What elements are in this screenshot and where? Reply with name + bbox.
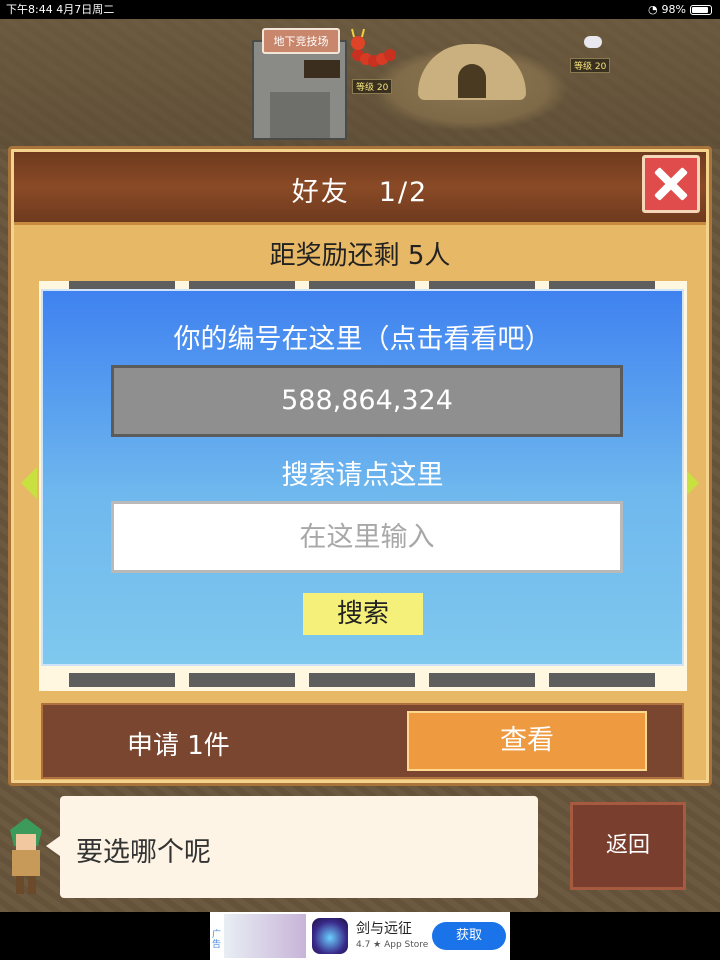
ad-content[interactable]: 广告 剑与远征 4.7 ★ App Store 获取 xyxy=(210,912,510,960)
search-label: 搜索请点这里 xyxy=(281,460,444,491)
player-id-display[interactable]: 588,864,324 xyxy=(111,365,623,437)
monster-bunny-icon xyxy=(584,36,602,48)
ad-get-button[interactable]: 获取 xyxy=(432,922,506,950)
close-button[interactable] xyxy=(642,155,700,213)
battery-percent: 98% xyxy=(661,3,686,16)
search-dialog: 你的编号在这里（点击看看吧） 588,864,324 搜索请点这里 搜索 xyxy=(41,289,684,666)
monster-worm-icon xyxy=(351,28,396,67)
ad-banner: 广告 剑与远征 4.7 ★ App Store 获取 xyxy=(0,912,720,960)
panel-title-bar: 好友 1/2 xyxy=(14,152,706,225)
status-bar: 下午8:44 4月7日周二 ◔ 98% xyxy=(0,0,720,19)
friend-slot[interactable] xyxy=(69,673,175,687)
status-right: ◔ 98% xyxy=(648,0,712,19)
request-count-text: 申请 1件 xyxy=(127,731,230,761)
wifi-icon: ◔ xyxy=(647,3,658,16)
app-icon[interactable] xyxy=(312,918,348,954)
page-left-arrow-icon[interactable] xyxy=(21,467,37,499)
character-avatar-icon xyxy=(10,818,42,894)
friend-panel: 好友 1/2 距奖励还剩 5人 你的编号在这里（点击看看吧） 588,864,3… xyxy=(8,146,712,786)
arena-tower[interactable] xyxy=(252,40,347,140)
request-bar: 申请 1件 查看 xyxy=(41,703,684,779)
friend-slot[interactable] xyxy=(549,673,655,687)
search-input[interactable] xyxy=(111,501,623,573)
dialog-bubble: 要选哪个呢 xyxy=(46,796,538,898)
status-time-date: 下午8:44 4月7日周二 xyxy=(6,3,115,16)
ad-app-meta: 4.7 ★ App Store xyxy=(356,940,429,950)
friend-slot[interactable] xyxy=(309,673,415,687)
friend-slot[interactable] xyxy=(429,673,535,687)
panel-title: 好友 1/2 xyxy=(291,177,429,208)
reward-remaining-text: 距奖励还剩 5人 xyxy=(269,241,451,271)
battery-icon xyxy=(690,4,712,15)
view-requests-button[interactable]: 查看 xyxy=(407,711,647,771)
ad-image[interactable] xyxy=(224,914,306,958)
search-button[interactable]: 搜索 xyxy=(303,593,423,635)
ad-app-name: 剑与远征 xyxy=(356,921,412,937)
monster-level-badge: 等级 20 xyxy=(570,58,611,73)
ad-tag: 广告 xyxy=(212,930,222,950)
friend-slot[interactable] xyxy=(189,673,295,687)
back-button[interactable]: 返回 xyxy=(570,802,686,890)
id-label: 你的编号在这里（点击看看吧） xyxy=(173,324,552,355)
dialog-text: 要选哪个呢 xyxy=(76,837,211,868)
arena-sign[interactable]: 地下竞技场 xyxy=(262,28,340,54)
monster-level-badge: 等级 20 xyxy=(352,79,393,94)
